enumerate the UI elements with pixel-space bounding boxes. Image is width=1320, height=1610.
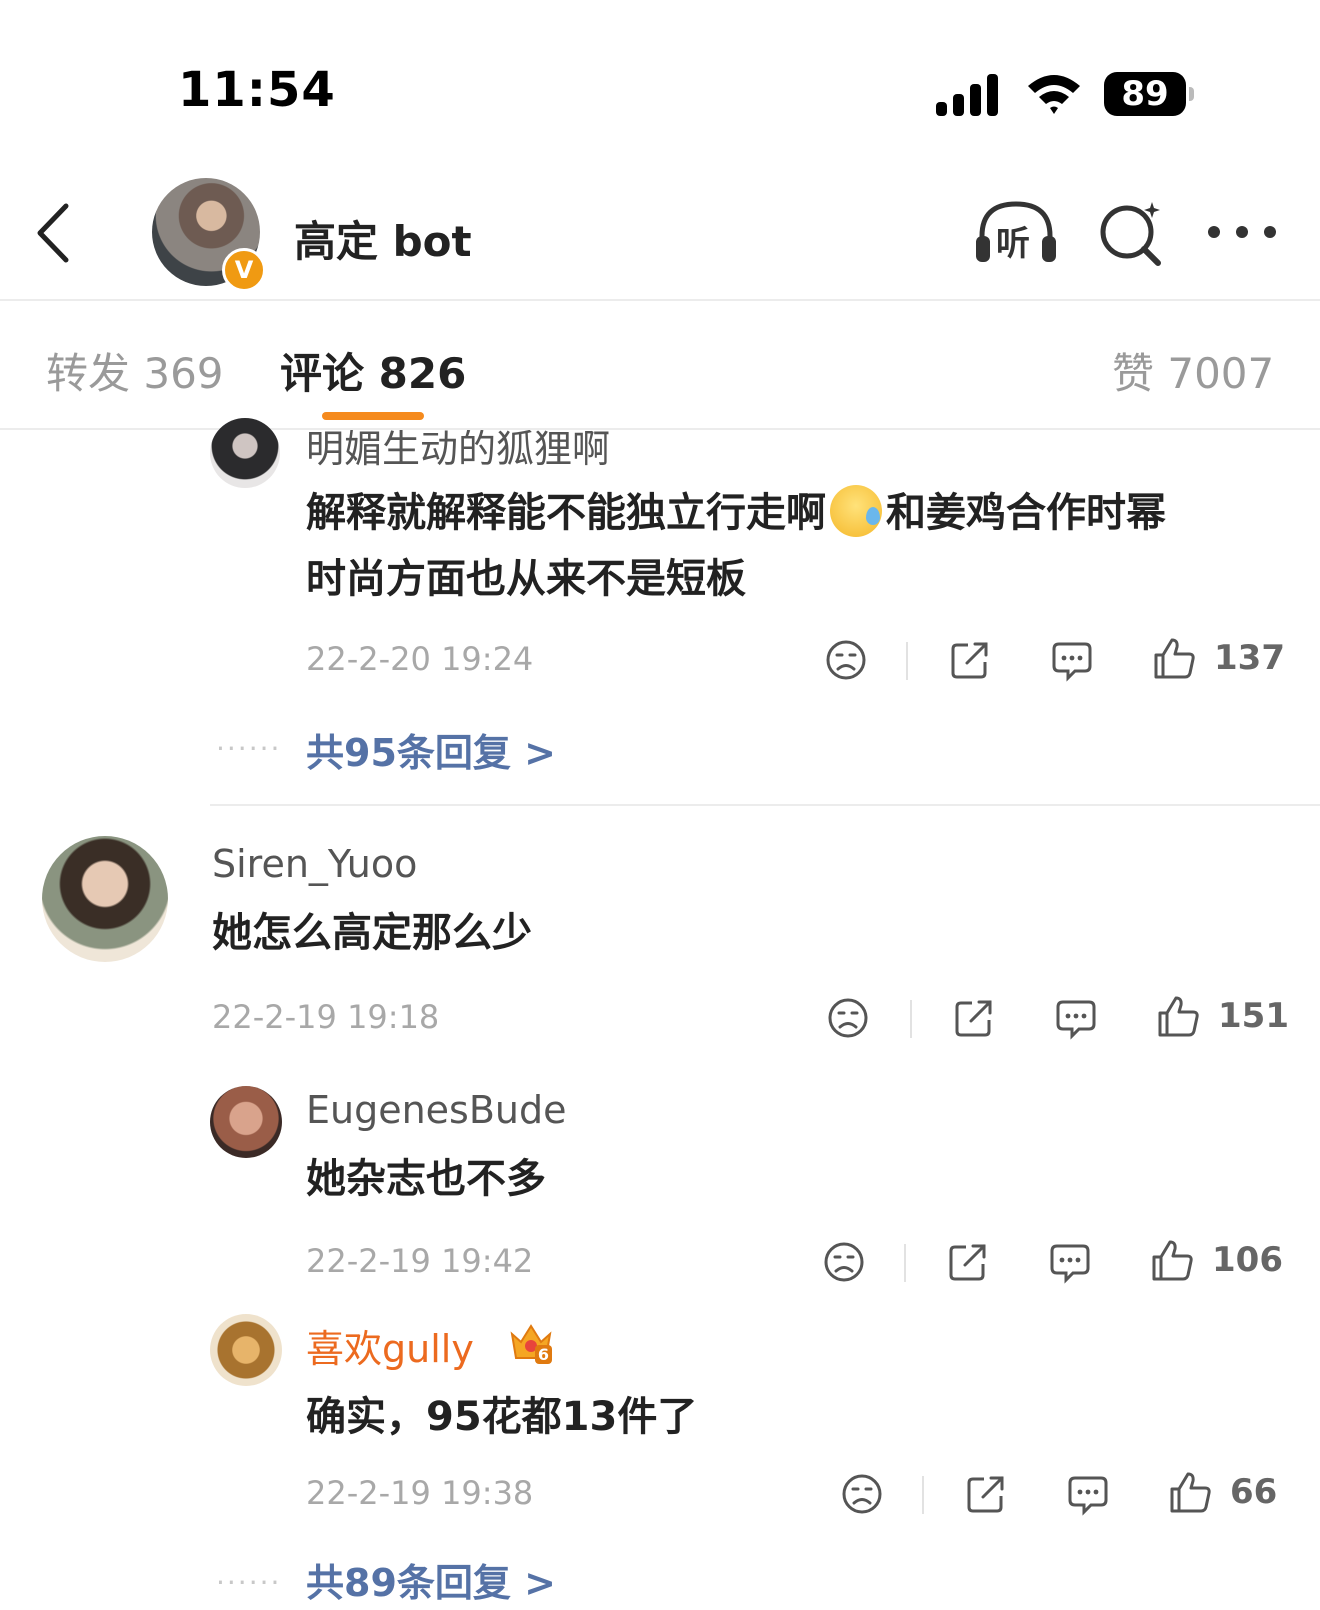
view-replies-link[interactable]: 共95条回复 >	[306, 722, 556, 777]
comment-text: 她怎么高定那么少	[212, 910, 532, 956]
comment-text-part: 和姜鸡合作时幂	[886, 490, 1166, 536]
reply-text: 她杂志也不多	[306, 1156, 546, 1202]
battery-level: 89	[1121, 74, 1169, 114]
like-count: 106	[1212, 1240, 1283, 1280]
comment-bubble-icon[interactable]	[1066, 1472, 1110, 1516]
like-count: 151	[1218, 996, 1289, 1036]
comment-bubble-icon[interactable]	[1050, 638, 1094, 682]
comment-text: 解释就解释能不能独立行走啊 和姜鸡合作时幂 时尚方面也从来不是短板	[306, 480, 1166, 612]
replies-dots: ......	[216, 724, 282, 757]
reply-username[interactable]: 喜欢gully	[306, 1318, 474, 1373]
reply-timestamp: 22-2-19 19:42	[306, 1242, 534, 1280]
dislike-face-icon[interactable]	[824, 638, 868, 682]
like-count: 66	[1230, 1472, 1278, 1512]
share-icon[interactable]	[952, 996, 996, 1040]
comment-username[interactable]: 明媚生动的狐狸啊	[306, 430, 706, 466]
like-thumb-icon[interactable]	[1168, 1470, 1212, 1514]
comment-username[interactable]: Siren_Yuoo	[212, 842, 417, 886]
listen-label: 听	[996, 224, 1030, 264]
dislike-face-icon[interactable]	[826, 996, 870, 1040]
status-time: 11:54	[178, 62, 336, 118]
action-separator	[906, 642, 908, 680]
verified-badge: V	[222, 248, 266, 292]
like-count: 137	[1214, 638, 1285, 678]
avatar[interactable]	[210, 1086, 282, 1158]
reply-username[interactable]: EugenesBude	[306, 1088, 567, 1132]
tab-likes[interactable]: 赞 7007	[1112, 340, 1274, 401]
comment-text-line: 时尚方面也从来不是短板	[306, 556, 746, 602]
sweat-face-icon	[830, 485, 882, 537]
comment-bubble-icon[interactable]	[1054, 996, 1098, 1040]
avatar[interactable]	[210, 418, 280, 488]
like-thumb-icon[interactable]	[1152, 636, 1196, 680]
action-separator	[910, 1000, 912, 1038]
active-tab-indicator	[322, 412, 424, 420]
replies-dots: ......	[216, 1558, 282, 1591]
back-arrow-icon[interactable]	[30, 200, 80, 266]
avatar[interactable]	[210, 1314, 282, 1386]
comment-bubble-icon[interactable]	[1048, 1240, 1092, 1284]
like-thumb-icon[interactable]	[1150, 1238, 1194, 1282]
comment-divider	[210, 804, 1320, 806]
comment-timestamp: 22-2-19 19:18	[212, 998, 440, 1036]
share-icon[interactable]	[946, 1240, 990, 1284]
share-icon[interactable]	[964, 1472, 1008, 1516]
like-thumb-icon[interactable]	[1156, 994, 1200, 1038]
view-replies-link[interactable]: 共89条回复 >	[306, 1552, 556, 1607]
account-name[interactable]: 高定 bot	[294, 208, 472, 269]
vip-level: 6	[534, 1345, 552, 1364]
share-icon[interactable]	[948, 638, 992, 682]
reply-text: 确实，95花都13件了	[306, 1394, 698, 1440]
username-clip: 明媚生动的狐狸啊	[306, 430, 706, 466]
tab-reposts[interactable]: 转发 369	[46, 340, 224, 401]
avatar[interactable]	[42, 836, 168, 962]
reply-timestamp: 22-2-19 19:38	[306, 1474, 534, 1512]
listen-headphones-icon[interactable]: 听	[974, 198, 1058, 268]
battery-indicator: 89	[1104, 72, 1194, 118]
comment-text-part: 解释就解释能不能独立行走啊	[306, 490, 826, 536]
more-options-icon[interactable]	[1206, 214, 1278, 250]
vip-crown-icon: 6	[508, 1320, 554, 1364]
action-separator	[922, 1476, 924, 1514]
cellular-signal-icon	[936, 74, 998, 116]
tab-comments[interactable]: 评论 826	[280, 340, 466, 401]
dislike-face-icon[interactable]	[840, 1472, 884, 1516]
dislike-face-icon[interactable]	[822, 1240, 866, 1284]
wifi-icon	[1028, 75, 1080, 114]
comment-timestamp: 22-2-20 19:24	[306, 640, 534, 678]
header-divider	[0, 299, 1320, 301]
action-separator	[904, 1244, 906, 1282]
search-icon[interactable]	[1096, 198, 1166, 268]
